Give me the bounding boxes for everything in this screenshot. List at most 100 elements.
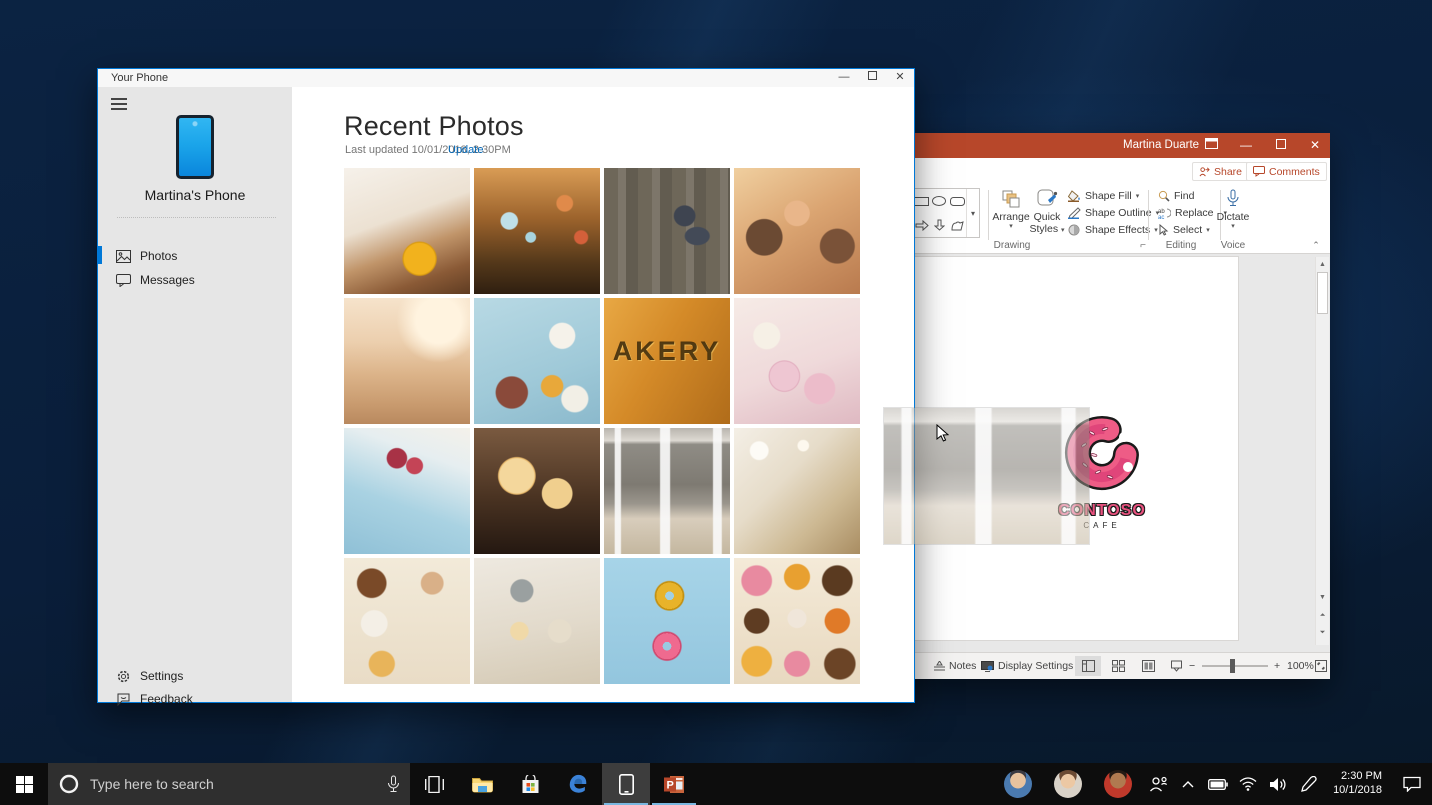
- photo-shoes-on-log[interactable]: [604, 168, 730, 294]
- photo-eggs-flatlay[interactable]: [344, 558, 470, 684]
- sidebar-item-messages[interactable]: Messages: [98, 269, 292, 291]
- scroll-down-button[interactable]: ▼: [1317, 591, 1328, 604]
- task-view-icon: [425, 776, 444, 793]
- taskbar-clock[interactable]: 2:30 PM 10/1/2018: [1333, 770, 1382, 798]
- photo-dog-with-ball[interactable]: [344, 168, 470, 294]
- rounded-rectangle-shape-icon[interactable]: [950, 197, 965, 206]
- previous-slide-button[interactable]: ⏶: [1317, 609, 1328, 622]
- shapes-gallery-more-button[interactable]: ▾: [966, 189, 979, 237]
- shapes-gallery[interactable]: ▾: [912, 188, 980, 238]
- rectangle-shape-icon[interactable]: [914, 197, 929, 206]
- powerpoint-window-title: Martina Duarte: [1123, 139, 1199, 151]
- shape-outline-button[interactable]: Shape Outline▾: [1068, 207, 1159, 219]
- microsoft-store-icon: [521, 775, 540, 794]
- sidebar-item-photos[interactable]: Photos: [98, 245, 292, 267]
- people-avatar-3[interactable]: [1104, 770, 1132, 798]
- taskbar-search[interactable]: [48, 763, 410, 805]
- wifi-icon[interactable]: [1233, 777, 1263, 791]
- close-button[interactable]: ✕: [886, 69, 914, 87]
- photo-berry-cheesecake[interactable]: [344, 428, 470, 554]
- search-input[interactable]: [90, 776, 377, 792]
- zoom-in-button[interactable]: +: [1274, 653, 1280, 679]
- slide-scrollbar[interactable]: ▲ ▼ ⏶ ⏷: [1315, 257, 1329, 645]
- update-link[interactable]: Update: [448, 144, 483, 156]
- people-avatar-2[interactable]: [1054, 770, 1082, 798]
- page-title: Recent Photos: [344, 111, 524, 142]
- maximize-button[interactable]: [858, 69, 886, 87]
- next-slide-button[interactable]: ⏷: [1317, 626, 1328, 639]
- start-button[interactable]: [0, 763, 48, 805]
- comments-icon: [1253, 166, 1265, 177]
- your-phone-titlebar[interactable]: Your Phone — ✕: [98, 69, 914, 87]
- collapse-ribbon-button[interactable]: ⌃: [1306, 240, 1326, 251]
- your-phone-taskbar-button[interactable]: [602, 763, 650, 805]
- zoom-out-button[interactable]: −: [1189, 653, 1195, 679]
- notes-button[interactable]: Notes: [934, 653, 976, 679]
- powerpoint-taskbar-button[interactable]: P: [650, 763, 698, 805]
- comments-button[interactable]: Comments: [1246, 162, 1327, 181]
- shape-fill-button[interactable]: Shape Fill▾: [1068, 190, 1139, 202]
- action-center-button[interactable]: [1392, 776, 1432, 792]
- photo-caramel-cupcakes[interactable]: [474, 428, 600, 554]
- right-arrow-shape-icon[interactable]: [915, 220, 929, 231]
- scroll-up-button[interactable]: ▲: [1317, 258, 1328, 271]
- share-button[interactable]: Share: [1192, 162, 1249, 181]
- photo-cafe-interior[interactable]: [734, 428, 860, 554]
- minimize-button[interactable]: —: [830, 69, 858, 87]
- hamburger-menu-button[interactable]: [111, 95, 127, 113]
- people-avatar-1[interactable]: [1004, 770, 1032, 798]
- windows-ink-pen-icon[interactable]: [1293, 776, 1323, 793]
- fit-to-window-button[interactable]: [1315, 653, 1327, 679]
- volume-icon[interactable]: [1263, 777, 1293, 792]
- powerpoint-taskbar-icon: P: [664, 775, 685, 794]
- shape-effects-button[interactable]: Shape Effects▾: [1068, 224, 1158, 236]
- slide-sorter-view-button[interactable]: [1105, 656, 1131, 676]
- oval-shape-icon[interactable]: [932, 196, 946, 206]
- zoom-slider-track[interactable]: [1202, 665, 1268, 667]
- display-settings-icon: [981, 661, 994, 672]
- microphone-icon[interactable]: [387, 775, 400, 793]
- photo-bakery-sign[interactable]: AKERY: [604, 298, 730, 424]
- find-button[interactable]: Find: [1158, 190, 1194, 202]
- photo-baking-flatlay-blue[interactable]: [474, 298, 600, 424]
- edge-button[interactable]: [554, 763, 602, 805]
- photo-cafe-storefront[interactable]: [604, 428, 730, 554]
- bakery-sign-letters: AKERY: [604, 336, 730, 367]
- photo-family-portrait[interactable]: [734, 168, 860, 294]
- display-settings-button[interactable]: Display Settings: [981, 653, 1073, 679]
- file-explorer-icon: [472, 776, 493, 793]
- scrollbar-thumb[interactable]: [1317, 272, 1328, 314]
- task-view-button[interactable]: [410, 763, 458, 805]
- down-arrow-shape-icon[interactable]: [934, 219, 945, 231]
- people-tray-button[interactable]: [1143, 776, 1173, 792]
- sidebar-item-settings[interactable]: Settings: [98, 665, 292, 687]
- normal-view-button[interactable]: [1075, 656, 1101, 676]
- minimize-button[interactable]: —: [1231, 133, 1261, 158]
- system-tray: 2:30 PM 10/1/2018: [993, 763, 1432, 805]
- ribbon-display-options-icon[interactable]: [1196, 133, 1226, 158]
- photo-flower-field[interactable]: [474, 168, 600, 294]
- photo-utensils-flatlay[interactable]: [474, 558, 600, 684]
- quick-styles-button[interactable]: Quick Styles ▾: [1025, 187, 1069, 235]
- battery-icon[interactable]: [1203, 779, 1233, 790]
- file-explorer-button[interactable]: [458, 763, 506, 805]
- freeform-shape-icon[interactable]: [951, 220, 964, 231]
- photo-donut-assortment[interactable]: [734, 558, 860, 684]
- slideshow-button[interactable]: [1163, 656, 1189, 676]
- drag-ghost-photo[interactable]: [884, 408, 1089, 544]
- dictate-button[interactable]: Dictate ▾: [1211, 187, 1255, 231]
- select-button[interactable]: Select▾: [1158, 224, 1210, 236]
- reading-view-button[interactable]: [1135, 656, 1161, 676]
- hidden-icons-chevron[interactable]: [1173, 780, 1203, 788]
- photo-beach-family[interactable]: [344, 298, 470, 424]
- maximize-button[interactable]: [1266, 133, 1296, 158]
- photo-pink-meringues[interactable]: [734, 298, 860, 424]
- microsoft-store-button[interactable]: [506, 763, 554, 805]
- zoom-slider-thumb[interactable]: [1230, 659, 1235, 673]
- photo-donuts-on-blue[interactable]: [604, 558, 730, 684]
- zoom-level[interactable]: 100%: [1287, 653, 1314, 679]
- mouse-cursor: [936, 424, 950, 444]
- clock-date: 10/1/2018: [1333, 784, 1382, 798]
- sidebar-item-feedback[interactable]: Feedback: [98, 688, 292, 710]
- close-button[interactable]: ✕: [1300, 133, 1330, 158]
